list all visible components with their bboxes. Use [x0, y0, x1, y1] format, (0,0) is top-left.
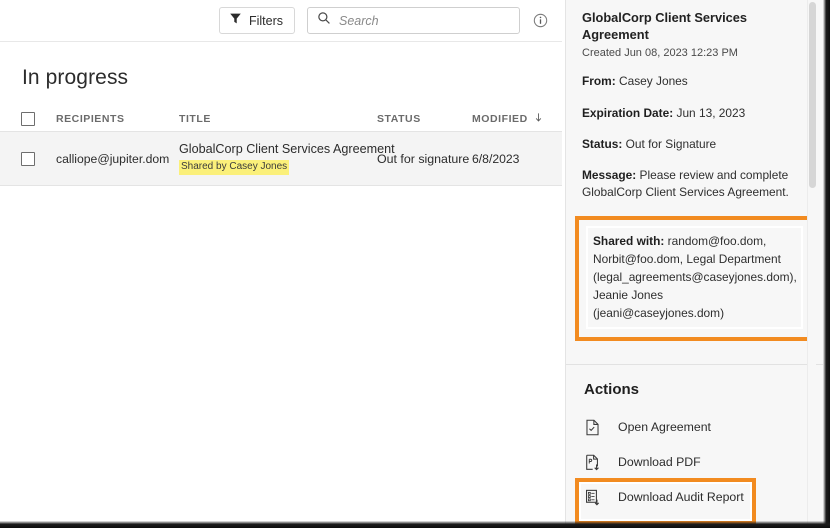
detail-message-label: Message:: [582, 168, 637, 182]
column-header-modified-label: MODIFIED: [472, 112, 528, 125]
detail-from-value: Casey Jones: [619, 74, 688, 89]
arrow-down-icon: [533, 110, 544, 128]
select-all-checkbox[interactable]: [21, 111, 35, 126]
detail-status: Status: Out for Signature: [582, 136, 807, 153]
action-label: Open Agreement: [618, 420, 711, 435]
modified-date: 6/8/2023: [472, 151, 520, 166]
cell-recipients: calliope@jupiter.dom: [56, 150, 179, 168]
action-label: Download Audit Report: [618, 490, 744, 505]
table-header-row: RECIPIENTS TITLE STATUS MODIFIED: [0, 106, 562, 132]
page-title: In progress: [22, 66, 129, 89]
action-download-pdf[interactable]: Download PDF: [566, 445, 823, 480]
funnel-icon: [229, 12, 242, 30]
detail-shared-with: Shared with: random@foo.dom, Norbit@foo.…: [593, 232, 797, 322]
detail-status-value: Out for Signature: [625, 136, 717, 151]
details-section: GlobalCorp Client Services Agreement Cre…: [566, 0, 823, 353]
detail-from: From: Casey Jones: [582, 73, 807, 90]
document-check-icon: [584, 419, 606, 436]
recipient-email: calliope@jupiter.dom: [56, 151, 170, 166]
search-placeholder: Search: [339, 13, 379, 28]
actions-heading: Actions: [584, 380, 640, 398]
detail-expiration-value: Jun 13, 2023: [676, 105, 746, 120]
filters-button[interactable]: Filters: [218, 7, 295, 34]
row-checkbox[interactable]: [21, 151, 35, 166]
column-header-modified[interactable]: MODIFIED: [472, 110, 562, 128]
shared-with-highlight-box: Shared with: random@foo.dom, Norbit@foo.…: [575, 215, 814, 341]
scrollbar-thumb[interactable]: [809, 2, 816, 188]
agreement-title: GlobalCorp Client Services Agreement: [179, 142, 395, 157]
detail-status-label: Status:: [582, 136, 623, 151]
window-edge-right: [823, 0, 830, 528]
agreement-details-panel: GlobalCorp Client Services Agreement Cre…: [565, 0, 823, 528]
detail-from-label: From:: [582, 74, 616, 89]
agreements-list-pane: Filters Search In progress RECIPIENTS TI…: [0, 0, 562, 528]
column-header-recipients[interactable]: RECIPIENTS: [56, 113, 179, 125]
app-window: Filters Search In progress RECIPIENTS TI…: [0, 0, 830, 528]
select-all-cell: [0, 111, 56, 126]
table-row[interactable]: calliope@jupiter.dom GlobalCorp Client S…: [0, 132, 562, 186]
column-header-title[interactable]: TITLE: [179, 113, 377, 125]
detail-expiration: Expiration Date: Jun 13, 2023: [582, 105, 807, 122]
status-text: Out for signature: [377, 151, 470, 166]
action-label: Download PDF: [618, 455, 701, 470]
info-circle-icon[interactable]: [533, 13, 548, 28]
search-input[interactable]: Search: [307, 7, 520, 34]
detail-expiration-label: Expiration Date:: [582, 105, 674, 120]
filters-label: Filters: [248, 13, 283, 28]
panel-scrollbar[interactable]: [807, 0, 816, 528]
cell-status: Out for signature: [377, 150, 472, 168]
cell-modified: 6/8/2023: [472, 152, 562, 166]
list-toolbar: Filters Search: [0, 0, 562, 42]
action-open-agreement[interactable]: Open Agreement: [566, 410, 823, 445]
window-edge-bottom: [0, 521, 830, 528]
detail-created-date: Created Jun 08, 2023 12:23 PM: [582, 47, 738, 60]
agreements-table: RECIPIENTS TITLE STATUS MODIFIED calliop…: [0, 106, 562, 186]
shared-with-inner: Shared with: random@foo.dom, Norbit@foo.…: [586, 225, 803, 329]
shared-by-badge: Shared by Casey Jones: [179, 160, 290, 175]
actions-list: Open Agreement Download PDF Download Aud…: [566, 410, 823, 528]
cell-title: GlobalCorp Client Services Agreement Sha…: [179, 142, 395, 175]
detail-shared-with-label: Shared with:: [593, 233, 665, 248]
row-select-cell: [0, 151, 56, 166]
search-icon: [317, 11, 331, 30]
detail-agreement-title: GlobalCorp Client Services Agreement: [582, 10, 747, 42]
action-download-audit-report[interactable]: Download Audit Report: [566, 477, 823, 525]
audit-download-icon: [584, 489, 606, 506]
pdf-download-icon: [584, 454, 606, 471]
detail-message: Message: Please review and complete Glob…: [582, 167, 807, 202]
column-header-status[interactable]: STATUS: [377, 113, 472, 125]
